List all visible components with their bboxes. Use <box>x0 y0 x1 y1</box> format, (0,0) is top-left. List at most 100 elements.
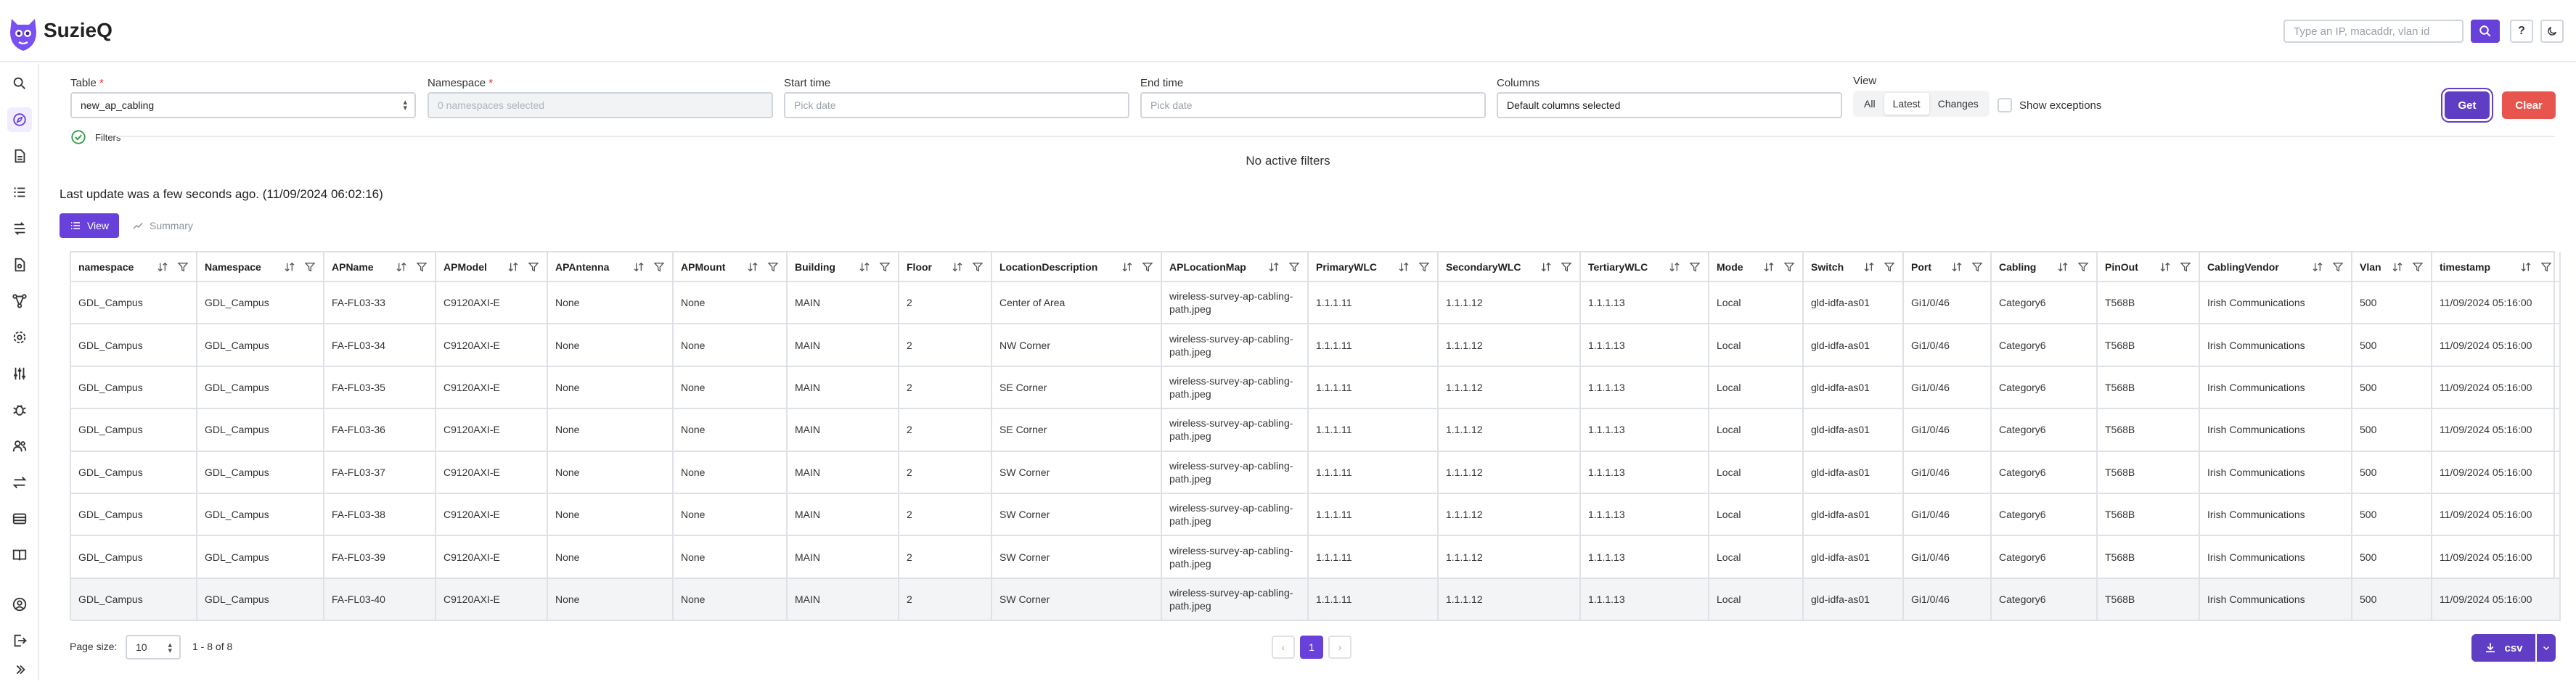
sort-icon[interactable] <box>1863 261 1875 273</box>
column-header[interactable]: Building <box>787 252 899 282</box>
table-row[interactable]: GDL_Campus GDL_Campus FA-FL03-35 C9120AXI-E… <box>71 366 2561 410</box>
filter-icon[interactable] <box>1561 261 1572 273</box>
filter-icon[interactable] <box>972 261 984 273</box>
column-header[interactable]: Floor <box>899 252 992 282</box>
prev-page-button[interactable]: ‹ <box>1272 636 1295 659</box>
sort-icon[interactable] <box>2312 261 2323 273</box>
show-exceptions-checkbox[interactable] <box>1998 98 2012 112</box>
column-header[interactable]: namespace <box>71 252 197 282</box>
sidebar-item-users[interactable] <box>7 434 32 459</box>
column-header[interactable]: APModel <box>436 252 548 282</box>
sidebar-item-table[interactable] <box>7 506 32 531</box>
view-option-latest[interactable]: Latest <box>1884 93 1929 115</box>
column-header[interactable]: APLocationMap <box>1161 252 1309 282</box>
get-button[interactable]: Get <box>2445 91 2490 119</box>
sidebar-collapse-button[interactable] <box>7 657 32 682</box>
filter-icon[interactable] <box>1418 261 1430 273</box>
filter-icon[interactable] <box>177 261 189 273</box>
sort-icon[interactable] <box>2392 261 2403 273</box>
clear-button[interactable]: Clear <box>2502 91 2556 119</box>
end-time-picker[interactable]: Pick date <box>1140 92 1486 118</box>
sort-icon[interactable] <box>1763 261 1775 273</box>
table-row[interactable]: GDL_Campus GDL_Campus FA-FL03-34 C9120AXI-E… <box>71 324 2561 367</box>
table-row[interactable]: GDL_Campus GDL_Campus FA-FL03-33 C9120AXI-E… <box>71 282 2561 325</box>
filter-icon[interactable] <box>1971 261 1983 273</box>
column-header[interactable]: Switch <box>1803 252 1904 282</box>
filter-icon[interactable] <box>1142 261 1153 273</box>
tab-view[interactable]: View <box>60 213 119 238</box>
column-header[interactable]: APName <box>324 252 436 282</box>
sidebar-item-bug[interactable] <box>7 398 32 422</box>
filter-icon[interactable] <box>2412 261 2424 273</box>
help-button[interactable]: ? <box>2510 20 2533 43</box>
sidebar-item-report[interactable] <box>7 252 32 277</box>
table-row[interactable]: GDL_Campus GDL_Campus FA-FL03-36 C9120AXI-E… <box>71 408 2561 452</box>
table-row[interactable]: GDL_Campus GDL_Campus FA-FL03-39 C9120AXI-E… <box>71 535 2561 579</box>
page-button-1[interactable]: 1 <box>1300 636 1323 659</box>
show-exceptions-toggle[interactable]: Show exceptions <box>1998 98 2101 112</box>
sidebar-item-book[interactable] <box>7 543 32 567</box>
sort-icon[interactable] <box>1951 261 1963 273</box>
table-row[interactable]: GDL_Campus GDL_Campus FA-FL03-40 C9120AXI-E… <box>71 578 2561 622</box>
table-select[interactable]: new_ap_cabling ▴ ▾ <box>70 92 416 118</box>
export-menu-button[interactable] <box>2537 634 2556 662</box>
sort-icon[interactable] <box>1268 261 1280 273</box>
tab-summary[interactable]: Summary <box>125 213 200 238</box>
column-header[interactable]: PrimaryWLC <box>1308 252 1439 282</box>
column-header[interactable]: Cabling <box>1991 252 2098 282</box>
sort-icon[interactable] <box>2057 261 2069 273</box>
filter-icon[interactable] <box>1689 261 1701 273</box>
sort-icon[interactable] <box>1398 261 1410 273</box>
column-header[interactable]: CablingVendor <box>2199 252 2352 282</box>
column-header[interactable]: LocationDescription <box>991 252 1162 282</box>
filter-icon[interactable] <box>1884 261 1895 273</box>
sidebar-item-explore[interactable] <box>7 107 32 132</box>
filter-icon[interactable] <box>1288 261 1300 273</box>
sidebar-item-list[interactable] <box>7 180 32 205</box>
column-header[interactable]: Vlan <box>2352 252 2432 282</box>
sidebar-item-search[interactable] <box>7 71 32 96</box>
sidebar-item-transfer[interactable] <box>7 470 32 495</box>
filter-icon[interactable] <box>1783 261 1795 273</box>
column-header[interactable]: TertiaryWLC <box>1580 252 1709 282</box>
table-row[interactable]: GDL_Campus GDL_Campus FA-FL03-37 C9120AXI-E… <box>71 451 2561 494</box>
filter-icon[interactable] <box>2540 261 2552 273</box>
filter-icon[interactable] <box>2332 261 2344 273</box>
column-header[interactable]: timestamp <box>2432 252 2561 282</box>
search-input[interactable] <box>2285 21 2462 41</box>
filter-icon[interactable] <box>767 261 779 273</box>
next-page-button[interactable]: › <box>1328 636 1352 659</box>
sort-icon[interactable] <box>952 261 963 273</box>
column-header[interactable]: Namespace <box>197 252 324 282</box>
view-option-all[interactable]: All <box>1855 93 1884 115</box>
sort-icon[interactable] <box>1669 261 1680 273</box>
sidebar-item-network[interactable] <box>7 289 32 313</box>
sort-icon[interactable] <box>2520 261 2532 273</box>
sort-icon[interactable] <box>1540 261 1552 273</box>
start-time-picker[interactable]: Pick date <box>784 92 1129 118</box>
filter-icon[interactable] <box>416 261 428 273</box>
sort-icon[interactable] <box>747 261 759 273</box>
sidebar-item-route[interactable] <box>7 216 32 241</box>
search-button[interactable] <box>2471 20 2500 43</box>
sort-icon[interactable] <box>157 261 168 273</box>
sort-icon[interactable] <box>859 261 870 273</box>
filter-icon[interactable] <box>2077 261 2089 273</box>
sort-icon[interactable] <box>2159 261 2171 273</box>
column-header[interactable]: APAntenna <box>547 252 674 282</box>
column-header[interactable]: PinOut <box>2097 252 2200 282</box>
column-header[interactable]: Mode <box>1709 252 1804 282</box>
search-field[interactable] <box>2283 20 2463 43</box>
namespace-select[interactable]: 0 namespaces selected <box>428 92 773 118</box>
sidebar-item-logout[interactable] <box>7 628 32 653</box>
table-row[interactable]: GDL_Campus GDL_Campus FA-FL03-38 C9120AXI-E… <box>71 493 2561 537</box>
columns-select[interactable]: Default columns selected <box>1497 92 1842 118</box>
sort-icon[interactable] <box>284 261 295 273</box>
sort-icon[interactable] <box>1121 261 1133 273</box>
filter-icon[interactable] <box>653 261 665 273</box>
filter-icon[interactable] <box>304 261 316 273</box>
filter-icon[interactable] <box>2180 261 2191 273</box>
filter-icon[interactable] <box>528 261 539 273</box>
sort-icon[interactable] <box>507 261 519 273</box>
view-option-changes[interactable]: Changes <box>1929 93 1987 115</box>
